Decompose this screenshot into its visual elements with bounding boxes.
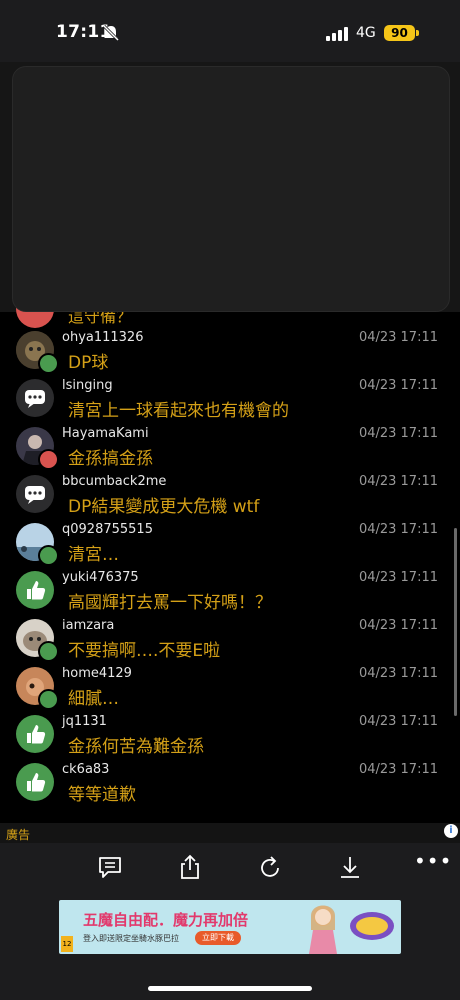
username: home4129 (62, 666, 132, 681)
thumbs-up-icon (16, 571, 54, 609)
comment-row[interactable]: HayamaKami 04/23 17:11 金孫搞金孫 (0, 424, 460, 472)
comment-icon[interactable] (96, 853, 124, 881)
comment-time: 04/23 17:11 (358, 426, 438, 441)
username: iamzara (62, 618, 115, 633)
username: ck6a83 (62, 762, 110, 777)
game-logo (350, 912, 394, 940)
comment-time: 04/23 17:11 (358, 522, 438, 537)
comment-text: 金孫何苦為難金孫 (68, 737, 204, 757)
comment-row[interactable]: lsinging 04/23 17:11 清宮上一球看起來也有機會的 (0, 376, 460, 424)
comment-row[interactable]: ohya111326 04/23 17:11 DP球 (0, 328, 460, 376)
bottom-toolbar (0, 843, 460, 891)
signal-icon (326, 27, 348, 41)
comment-time: 04/23 17:11 (358, 330, 438, 345)
network-type: 4G (356, 25, 376, 41)
ad-banner[interactable]: 五魔自由配．魔力再加倍 登入即送限定坐騎水豚巴拉 立即下載 12 (59, 900, 401, 954)
thumbs-up-icon (38, 545, 59, 566)
username: yuki476375 (62, 570, 139, 585)
comment-time: 04/23 17:11 (358, 762, 438, 777)
bell-muted-icon (102, 25, 120, 41)
comment-time: 04/23 17:11 (358, 618, 438, 633)
thumbs-up-icon (16, 763, 54, 801)
refresh-icon[interactable] (256, 853, 284, 881)
comment-row[interactable]: iamzara 04/23 17:11 不要搞啊….不要E啦 (0, 616, 460, 664)
rating-badge: 12 (61, 936, 73, 952)
home-indicator[interactable] (148, 986, 312, 991)
ad-strip: 廣告 (0, 823, 460, 843)
comment-row[interactable]: jq1131 04/23 17:11 金孫何苦為難金孫 (0, 712, 460, 760)
comment-row[interactable]: bbcumback2me 04/23 17:11 DP結果變成更大危機 wtf (0, 472, 460, 520)
username: jq1131 (62, 714, 107, 729)
comment-text: 金孫搞金孫 (68, 449, 153, 469)
banner-subtitle: 登入即送限定坐騎水豚巴拉 (83, 934, 179, 943)
scrollbar[interactable] (454, 528, 457, 716)
comment-time: 04/23 17:11 (358, 474, 438, 489)
thumbs-up-icon (38, 689, 59, 710)
comment-text: 細膩… (68, 689, 119, 709)
username: lsinging (62, 378, 113, 393)
comment-text: DP球 (68, 353, 109, 373)
banner-title: 五魔自由配．魔力再加倍 (83, 911, 249, 929)
overlay-panel[interactable] (12, 66, 450, 312)
comment-time: 04/23 17:11 (358, 714, 438, 729)
comment-row[interactable]: ck6a83 04/23 17:11 等等道歉 (0, 760, 460, 808)
comment-time: 04/23 17:11 (358, 378, 438, 393)
character-illustration (309, 905, 337, 954)
chat-bubble-icon (16, 475, 54, 513)
username: bbcumback2me (62, 474, 167, 489)
ad-label: 廣告 (6, 828, 31, 842)
comment-text: 等等道歉 (68, 785, 136, 805)
thumbs-up-icon (16, 715, 54, 753)
chat-bubble-icon (16, 379, 54, 417)
comment-text: 高國輝打去罵一下好嗎！？ (68, 593, 272, 613)
battery-level: 90 (384, 25, 415, 41)
comment-text: 清宮… (68, 545, 119, 565)
share-icon[interactable] (176, 853, 204, 881)
thumbs-down-icon (38, 449, 59, 470)
comment-row[interactable]: q0928755515 04/23 17:11 清宮… (0, 520, 460, 568)
username: ohya111326 (62, 330, 144, 345)
comment-text: 不要搞啊….不要E啦 (68, 641, 221, 661)
comment-text: DP結果變成更大危機 wtf (68, 497, 260, 517)
comment-time: 04/23 17:11 (358, 666, 438, 681)
thumbs-up-icon (38, 641, 59, 662)
battery-cap (416, 30, 419, 36)
comment-time: 04/23 17:11 (358, 570, 438, 585)
download-icon[interactable] (336, 853, 364, 881)
comment-row[interactable]: yuki476375 04/23 17:11 高國輝打去罵一下好嗎！？ (0, 568, 460, 616)
banner-download-button[interactable]: 立即下載 (195, 931, 241, 945)
username: HayamaKami (62, 426, 149, 441)
comment-row[interactable]: home4129 04/23 17:11 細膩… (0, 664, 460, 712)
thumbs-up-icon (38, 353, 59, 374)
ad-info-icon[interactable]: i (444, 824, 458, 838)
more-icon[interactable]: ••• (414, 849, 452, 873)
username: q0928755515 (62, 522, 153, 537)
comment-text: 清宮上一球看起來也有機會的 (68, 401, 289, 421)
